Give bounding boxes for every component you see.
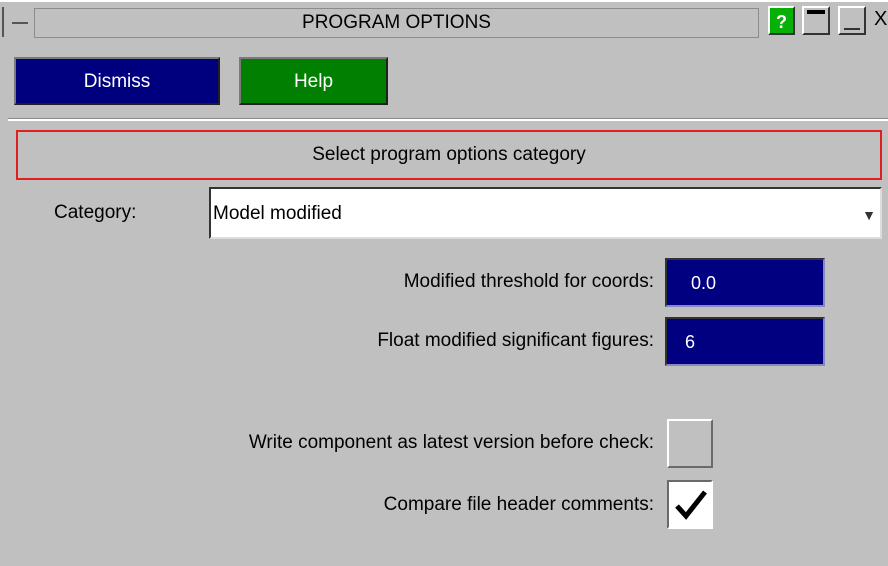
compare-header-label: Compare file header comments: — [383, 494, 654, 515]
sig-figs-label: Float modified significant figures: — [377, 330, 654, 351]
sig-figs-input[interactable]: 6 — [665, 317, 825, 366]
category-select[interactable]: Model modified ▼ — [209, 187, 882, 239]
compare-header-checkbox[interactable] — [667, 480, 713, 529]
checkmark-icon — [675, 490, 707, 520]
separator — [8, 118, 888, 121]
category-label: Category: — [54, 202, 137, 223]
help-question-icon[interactable]: ? — [768, 6, 795, 35]
write-latest-checkbox[interactable] — [667, 419, 713, 468]
window-menu-icon[interactable] — [2, 7, 32, 37]
maximize-button[interactable] — [838, 6, 866, 35]
category-selected-value: Model modified — [213, 203, 342, 224]
window-title: PROGRAM OPTIONS — [34, 8, 759, 38]
minimize-button[interactable] — [802, 6, 830, 35]
title-bar: PROGRAM OPTIONS ? X — [0, 0, 888, 39]
category-banner: Select program options category — [16, 130, 882, 180]
dismiss-button[interactable]: Dismiss — [14, 57, 220, 105]
help-button[interactable]: Help — [239, 57, 388, 105]
coord-threshold-input[interactable]: 0.0 — [665, 258, 825, 307]
chevron-down-icon[interactable]: ▼ — [862, 207, 876, 223]
close-button[interactable]: X — [874, 6, 888, 35]
coord-threshold-label: Modified threshold for coords: — [403, 271, 654, 292]
write-latest-label: Write component as latest version before… — [248, 432, 654, 453]
